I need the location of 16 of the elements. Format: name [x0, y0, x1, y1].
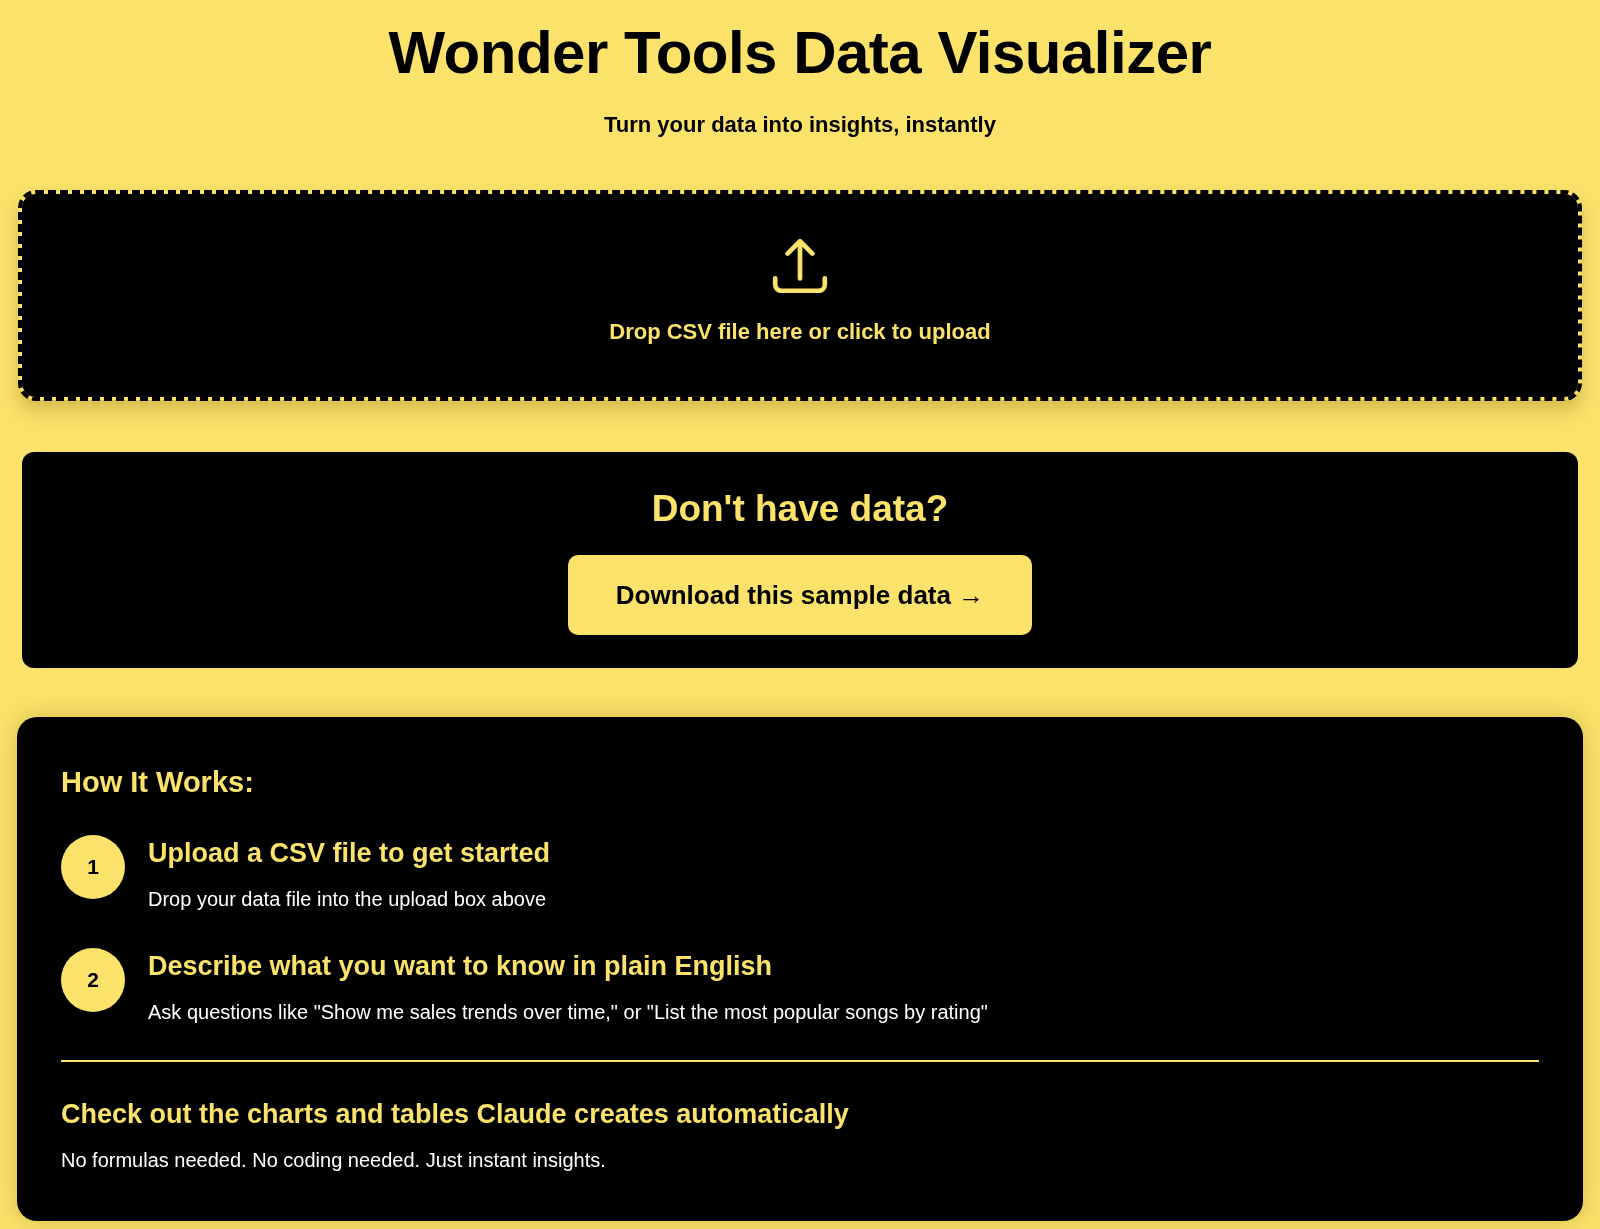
app-title: Wonder Tools Data Visualizer: [388, 23, 1212, 83]
download-sample-button[interactable]: Download this sample data →: [567, 555, 1033, 635]
upload-icon: [772, 239, 828, 293]
footer-description: No formulas needed. No coding needed. Just instant insights.: [61, 1148, 606, 1173]
footer-title: Check out the charts and tables Claude creates automatically: [61, 1099, 849, 1130]
step-title: Describe what you want to know in plain English: [148, 951, 773, 982]
step-number: 1: [61, 835, 125, 899]
step-title: Upload a CSV file to get started: [148, 838, 551, 869]
step-description: Drop your data file into the upload box above: [148, 887, 547, 912]
step-description: Ask questions like "Show me sales trends over time," or "List the most popular songs by rating": [148, 1000, 988, 1025]
app-subtitle: Turn your data into insights, instantly: [604, 112, 996, 138]
upload-dropzone[interactable]: Drop CSV file here or click to upload: [18, 190, 1582, 401]
section-heading: How It Works:: [61, 765, 254, 799]
sample-heading: Don't have data?: [651, 487, 949, 531]
upload-instruction: Drop CSV file here or click to upload: [609, 318, 991, 346]
step-number: 2: [61, 948, 125, 1012]
